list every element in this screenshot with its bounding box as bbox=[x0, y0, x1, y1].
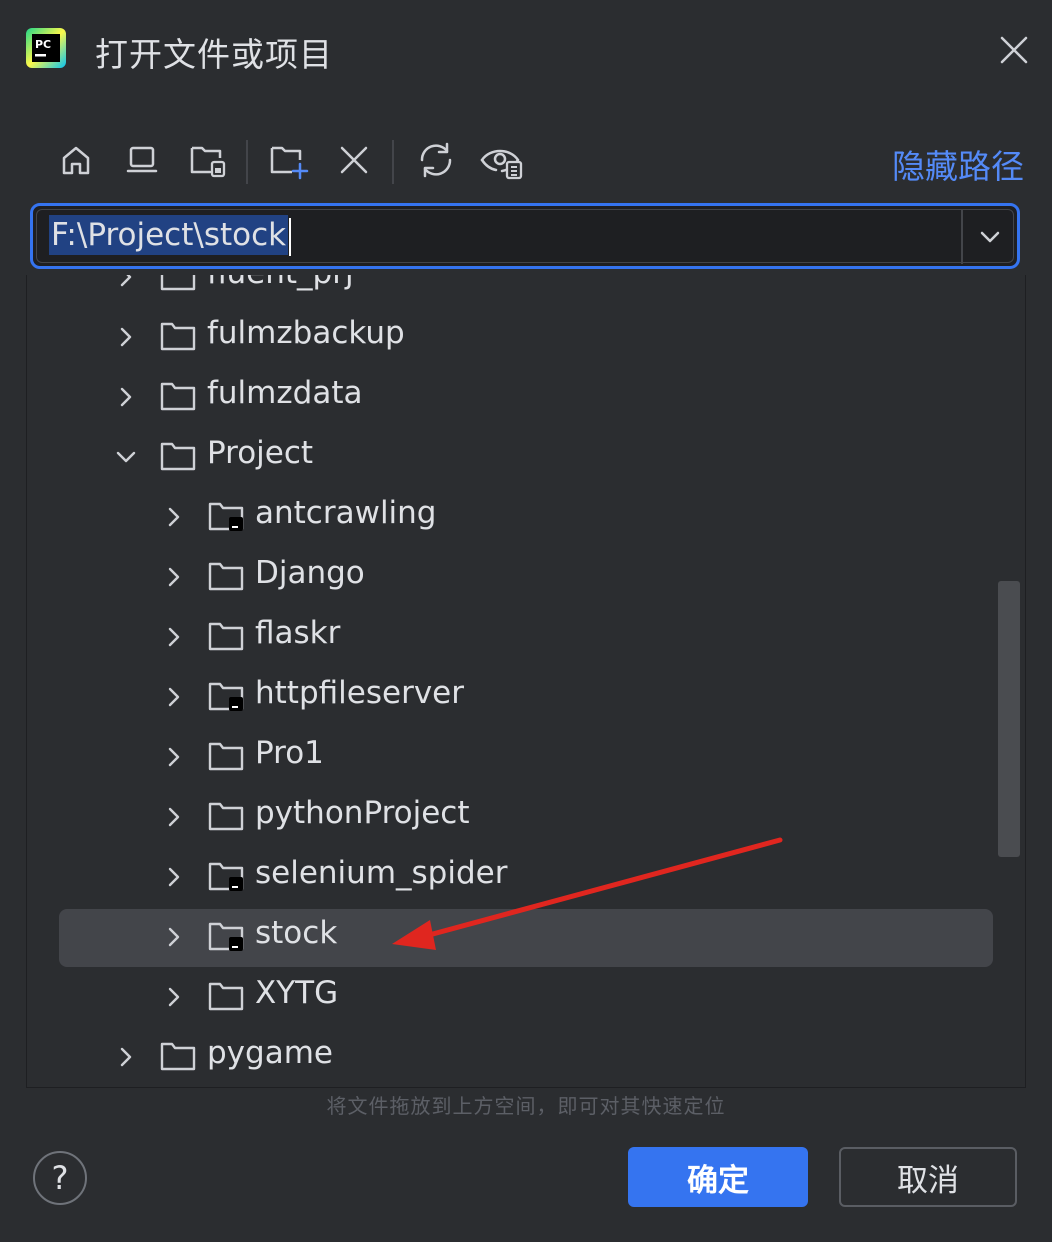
chevron-right-icon[interactable] bbox=[113, 384, 139, 410]
chevron-right-icon[interactable] bbox=[161, 984, 187, 1010]
tree-row-label: fluent_prj bbox=[207, 275, 354, 291]
tree-row-label: fulmzbackup bbox=[207, 315, 405, 351]
module-folder-icon bbox=[208, 502, 244, 531]
toolbar bbox=[50, 132, 1000, 192]
text-caret bbox=[289, 217, 292, 256]
folder-icon bbox=[208, 802, 244, 831]
tree-row[interactable]: Project bbox=[27, 427, 1025, 487]
delete-icon bbox=[340, 146, 368, 174]
tree-row-label: httpfileserver bbox=[255, 675, 464, 711]
tree-row[interactable]: fulmzdata bbox=[27, 367, 1025, 427]
chevron-right-icon[interactable] bbox=[113, 324, 139, 350]
path-input[interactable]: F:\Project\stock bbox=[49, 215, 292, 256]
tree-row-label: selenium_spider bbox=[255, 855, 508, 891]
tree-row-label: Project bbox=[207, 435, 314, 471]
refresh-icon bbox=[420, 142, 452, 178]
path-history-dropdown[interactable] bbox=[965, 210, 1015, 264]
tree-row[interactable]: Django bbox=[27, 547, 1025, 607]
folder-icon bbox=[208, 622, 244, 651]
ok-button[interactable]: 确定 bbox=[628, 1147, 808, 1207]
tree-row-label: Pro1 bbox=[255, 735, 324, 771]
folder-icon bbox=[208, 982, 244, 1011]
new-folder-button[interactable] bbox=[262, 132, 314, 188]
tree-row[interactable]: antcrawling bbox=[27, 487, 1025, 547]
home-icon bbox=[62, 146, 90, 175]
help-icon: ? bbox=[51, 1159, 69, 1197]
tree-row[interactable]: XYTG bbox=[27, 967, 1025, 1027]
chevron-down-icon bbox=[980, 231, 1000, 243]
tree-row-label: fulmzdata bbox=[207, 375, 363, 411]
chevron-right-icon[interactable] bbox=[161, 804, 187, 830]
project-folder-button[interactable] bbox=[182, 132, 234, 188]
svg-text:PC: PC bbox=[35, 38, 51, 51]
folder-icon bbox=[160, 275, 196, 291]
chevron-right-icon[interactable] bbox=[161, 564, 187, 590]
dropdown-separator bbox=[961, 210, 963, 264]
toolbar-separator bbox=[246, 140, 248, 184]
tree-row[interactable]: pygame bbox=[27, 1027, 1025, 1087]
tree-row-label: stock bbox=[255, 915, 338, 951]
file-tree[interactable]: fluent_prj fulmzbackup fulmzdata Project ant… bbox=[26, 275, 1026, 1088]
help-button[interactable]: ? bbox=[33, 1151, 87, 1205]
tree-row-label: flaskr bbox=[255, 615, 341, 651]
refresh-button[interactable] bbox=[410, 132, 462, 188]
project-folder-icon bbox=[190, 146, 226, 178]
chevron-right-icon[interactable] bbox=[161, 624, 187, 650]
chevron-right-icon[interactable] bbox=[161, 924, 187, 950]
cancel-button[interactable]: 取消 bbox=[839, 1147, 1017, 1207]
home-button[interactable] bbox=[50, 132, 102, 188]
tree-row[interactable]: selenium_spider bbox=[27, 847, 1025, 907]
chevron-right-icon[interactable] bbox=[113, 275, 139, 290]
tree-row-label: pythonProject bbox=[255, 795, 470, 831]
show-hidden-icon bbox=[480, 149, 523, 180]
module-folder-icon bbox=[208, 682, 244, 711]
dialog-title: 打开文件或项目 bbox=[95, 35, 333, 74]
toolbar-separator bbox=[392, 140, 394, 184]
chevron-right-icon[interactable] bbox=[161, 504, 187, 530]
delete-button[interactable] bbox=[328, 132, 380, 188]
tree-row[interactable]: fluent_prj bbox=[27, 275, 1025, 307]
path-input-value[interactable]: F:\Project\stock bbox=[49, 215, 289, 255]
module-folder-icon bbox=[208, 922, 244, 951]
new-folder-icon bbox=[270, 146, 309, 180]
folder-icon bbox=[160, 382, 196, 411]
tree-scrollbar[interactable] bbox=[998, 581, 1020, 857]
path-field[interactable]: F:\Project\stock bbox=[30, 203, 1020, 269]
folder-icon bbox=[160, 442, 196, 471]
tree-row[interactable]: flaskr bbox=[27, 607, 1025, 667]
hide-path-link[interactable]: 隐藏路径 bbox=[892, 140, 1024, 188]
title-bar: PC 打开文件或项目 bbox=[0, 0, 1052, 100]
show-hidden-button[interactable] bbox=[476, 132, 528, 188]
tree-row-label: XYTG bbox=[255, 975, 339, 1011]
chevron-right-icon[interactable] bbox=[161, 744, 187, 770]
close-icon[interactable] bbox=[994, 30, 1034, 70]
folder-icon bbox=[160, 1042, 196, 1071]
desktop-icon bbox=[126, 146, 158, 173]
tree-row-selected[interactable]: stock bbox=[27, 907, 1025, 967]
pycharm-logo: PC bbox=[26, 28, 66, 68]
module-folder-icon bbox=[208, 862, 244, 891]
tree-row-label: pygame bbox=[207, 1035, 333, 1071]
selection-highlight bbox=[59, 909, 993, 967]
chevron-right-icon[interactable] bbox=[161, 864, 187, 890]
folder-icon bbox=[208, 742, 244, 771]
tree-row[interactable]: pythonProject bbox=[27, 787, 1025, 847]
tree-row[interactable]: Pro1 bbox=[27, 727, 1025, 787]
folder-icon bbox=[208, 562, 244, 591]
tree-row[interactable]: fulmzbackup bbox=[27, 307, 1025, 367]
folder-icon bbox=[160, 322, 196, 351]
desktop-button[interactable] bbox=[116, 132, 168, 188]
chevron-down-icon[interactable] bbox=[113, 444, 139, 470]
chevron-right-icon[interactable] bbox=[161, 684, 187, 710]
tree-row-label: Django bbox=[255, 555, 365, 591]
chevron-right-icon[interactable] bbox=[113, 1044, 139, 1070]
tree-row-label: antcrawling bbox=[255, 495, 437, 531]
drag-drop-hint: 将文件拖放到上方空间，即可对其快速定位 bbox=[326, 1094, 726, 1118]
tree-row[interactable]: httpfileserver bbox=[27, 667, 1025, 727]
